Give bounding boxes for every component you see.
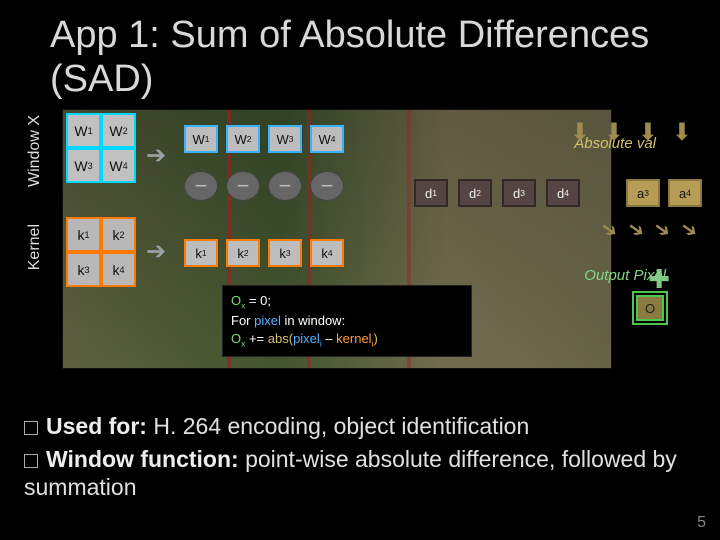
bullet-icon	[24, 454, 38, 468]
diff-cell: d1	[414, 179, 448, 207]
window-row: W1 W2 W3 W4	[184, 125, 344, 153]
window-cell: W2	[226, 125, 260, 153]
arrow-right-icon: ➔	[146, 237, 166, 266]
minus-row: − − − −	[184, 171, 344, 201]
window-cell: W1	[184, 125, 218, 153]
bullet-item: Used for: H. 264 encoding, object identi…	[24, 412, 700, 441]
slide-title: App 1: Sum of Absolute Differences (SAD)	[0, 0, 720, 109]
diff-cell: d3	[502, 179, 536, 207]
label-output-pixel: Output Pixel	[584, 267, 666, 284]
minus-icon: −	[268, 171, 302, 201]
diag-arrow-row: ➔ ➔ ➔ ➔	[601, 217, 698, 242]
arrow-right-icon: ➔	[146, 141, 166, 170]
minus-icon: −	[184, 171, 218, 201]
kernel-cell: k2	[101, 217, 136, 252]
output-pixel-box: O	[632, 291, 668, 325]
abs-row: a3 a4	[626, 179, 702, 207]
arrow-down-icon: ⬇	[638, 118, 658, 147]
kernel-cell: k1	[184, 239, 218, 267]
window-cell: W3	[268, 125, 302, 153]
kernel-cell: k3	[268, 239, 302, 267]
window-cell: W3	[66, 148, 101, 183]
kernel-cell: k4	[101, 252, 136, 287]
abs-cell: a3	[626, 179, 660, 207]
bullet-item: Window function: point-wise absolute dif…	[24, 445, 700, 503]
pseudocode-box: Ox = 0; For pixel in window: Ox += abs(p…	[222, 285, 472, 357]
minus-icon: −	[310, 171, 344, 201]
output-cell: O	[636, 295, 664, 321]
arrow-down-icon: ⬇	[604, 118, 624, 147]
kernel-row: k1 k2 k3 k4	[184, 239, 344, 267]
diff-cell: d2	[458, 179, 492, 207]
diff-row: d1 d2 d3 d4	[414, 179, 580, 207]
arrow-diag-icon: ➔	[622, 215, 650, 245]
arrow-down-icon: ⬇	[672, 118, 692, 147]
label-kernel: Kernel	[26, 224, 44, 270]
diagram-area: Window X Kernel W1 W2 W3 W4 k1 k2 k3 k4 …	[14, 109, 706, 374]
kernel-cell: k3	[66, 252, 101, 287]
window-cell: W2	[101, 113, 136, 148]
arrow-down-icon: ⬇	[570, 118, 590, 147]
abs-cell: a4	[668, 179, 702, 207]
window-cell: W1	[66, 113, 101, 148]
kernel-cell: k1	[66, 217, 101, 252]
window-cell: W4	[101, 148, 136, 183]
arrow-diag-icon: ➔	[676, 215, 704, 245]
arrow-diag-icon: ➔	[649, 215, 677, 245]
bullet-list: Used for: H. 264 encoding, object identi…	[24, 412, 700, 506]
label-window-x: Window X	[26, 115, 44, 187]
code-line: Ox += abs(pixeli – kerneli)	[231, 330, 463, 350]
bullet-icon	[24, 421, 38, 435]
kernel-grid: k1 k2 k3 k4	[66, 217, 136, 287]
minus-icon: −	[226, 171, 260, 201]
page-number: 5	[697, 514, 706, 532]
code-line: For pixel in window:	[231, 312, 463, 330]
kernel-cell: k2	[226, 239, 260, 267]
code-line: Ox = 0;	[231, 292, 463, 312]
diff-cell: d4	[546, 179, 580, 207]
window-x-grid: W1 W2 W3 W4	[66, 113, 136, 183]
window-cell: W4	[310, 125, 344, 153]
kernel-cell: k4	[310, 239, 344, 267]
